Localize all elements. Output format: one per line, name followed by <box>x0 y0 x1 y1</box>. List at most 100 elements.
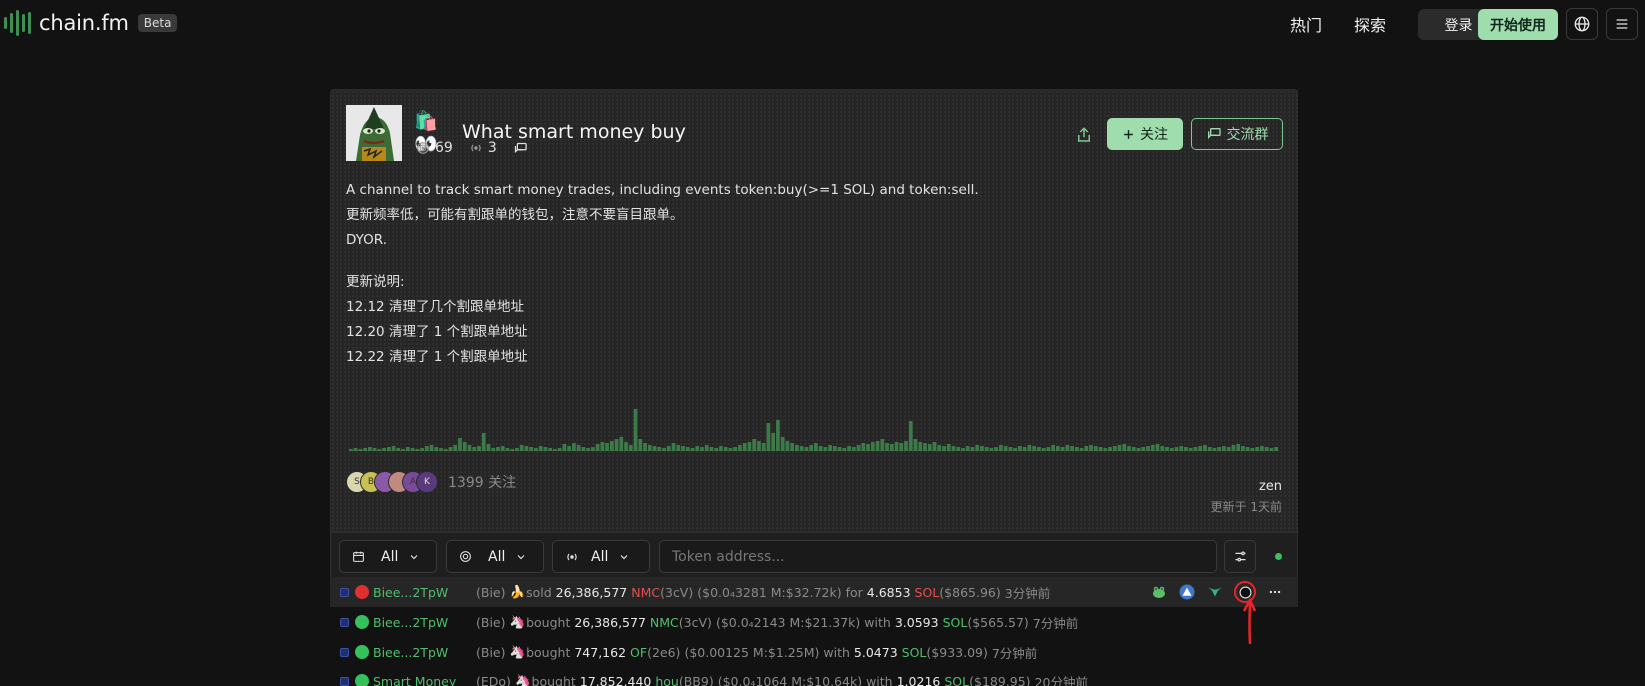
trade-amount: 26,386,577 <box>574 614 646 630</box>
wallet-link[interactable]: Biee...2TpW <box>373 585 461 600</box>
activity-row[interactable]: Biee...2TpW (Bie) 🦄 bought 26,386,577 NMC (3cV… <box>330 607 1298 637</box>
token-code: (3cV) <box>678 614 712 630</box>
activity-row[interactable]: Smart Money (EDo) 🦄 bought 17,852,440 hou (BB9… <box>330 666 1298 686</box>
histogram-bar <box>1074 447 1079 451</box>
histogram-bar <box>937 445 942 451</box>
triangle-icon[interactable] <box>1178 583 1196 601</box>
histogram-bar <box>899 443 904 451</box>
histogram-bar <box>590 447 595 451</box>
signal-filter-select[interactable]: All <box>552 540 650 573</box>
trade-summary: (EDo) 🦄 bought 17,852,440 hou (BB9) ($0.0₄1064… <box>476 672 1092 686</box>
histogram-bar <box>1093 446 1098 451</box>
date-filter-select[interactable]: All <box>339 540 437 573</box>
histogram-bar <box>1141 447 1146 451</box>
histogram-bar <box>932 442 937 451</box>
start-button[interactable]: 开始使用 <box>1478 9 1558 40</box>
histogram-bar <box>776 420 780 451</box>
histogram-bar <box>1051 445 1055 451</box>
chain-badge-icon <box>340 617 349 627</box>
wallet-link[interactable]: Biee...2TpW <box>373 645 461 660</box>
histogram-bar <box>994 447 999 451</box>
histogram-bar <box>657 447 662 451</box>
logo-text: chain.fm <box>39 11 129 35</box>
base-usd: ($933.09) <box>926 644 988 660</box>
language-button[interactable] <box>1566 8 1598 40</box>
channel-owner[interactable]: zen <box>1259 479 1282 494</box>
action-emoji: 🦄 <box>509 614 526 629</box>
follow-button[interactable]: 关注 <box>1107 118 1183 150</box>
histogram-bar <box>757 441 761 451</box>
logo[interactable]: chain.fm Beta <box>4 10 178 36</box>
token-link[interactable]: NMC <box>650 615 679 630</box>
histogram-bar <box>458 438 462 451</box>
histogram-bar <box>1018 446 1022 451</box>
histogram-bar <box>1060 447 1065 451</box>
frog-icon[interactable] <box>1150 583 1168 601</box>
token-link[interactable]: NMC <box>631 585 660 600</box>
activity-row[interactable]: Biee...2TpW (Bie) 🦄 bought 747,162 OF (2e6) ($0… <box>330 637 1298 667</box>
followers-summary[interactable]: S B A K 1399 关注 <box>346 471 516 493</box>
histogram-bar <box>704 445 709 451</box>
share-button[interactable] <box>1071 122 1097 148</box>
activity-row[interactable]: Biee...2TpW (Bie) 🍌 sold 26,386,577 NMC (3cV)(… <box>330 577 1298 607</box>
trade-connector: for <box>845 584 863 600</box>
trade-amount: 747,162 <box>574 644 627 660</box>
histogram-bar <box>1260 446 1264 451</box>
histogram-bar <box>595 444 600 451</box>
token-code: (BB9) <box>678 673 714 686</box>
token-address-input[interactable] <box>659 540 1217 573</box>
histogram-bar <box>700 447 704 451</box>
nav-explore-link[interactable]: 探索 <box>1354 12 1386 36</box>
changelog-line: 12.12 清理了几个割跟单地址 <box>346 299 524 315</box>
more-icon[interactable] <box>1266 583 1284 601</box>
histogram-bar <box>652 446 657 451</box>
histogram-bar <box>633 409 638 451</box>
description-line: DYOR. <box>346 232 387 248</box>
base-usd: ($865.96) <box>939 584 1001 600</box>
trade-action: sold <box>526 584 552 600</box>
histogram-bar <box>429 445 434 451</box>
menu-button[interactable] <box>1606 8 1638 40</box>
base-token: SOL <box>914 584 940 600</box>
calendar-icon <box>353 551 364 562</box>
advanced-filter-button[interactable] <box>1224 540 1256 573</box>
histogram-bar <box>524 446 529 451</box>
wallet-link[interactable]: Biee...2TpW <box>373 615 461 630</box>
histogram-bar <box>481 433 486 451</box>
annotation-arrow-icon <box>1242 597 1257 645</box>
histogram-bar <box>913 439 918 451</box>
histogram-bar <box>908 421 913 451</box>
histogram-bar <box>1008 447 1013 451</box>
token-link[interactable]: hou <box>655 674 679 686</box>
histogram-bar <box>856 445 861 451</box>
trade-action: bought <box>526 644 571 660</box>
trade-connector: with <box>864 614 891 630</box>
updated-time: 更新于 1天前 <box>1210 500 1282 514</box>
token-link[interactable]: OF <box>630 645 647 660</box>
histogram-bar <box>424 446 429 451</box>
status-dot <box>355 615 369 629</box>
globe-icon <box>1574 16 1590 32</box>
histogram-bar <box>1174 447 1179 451</box>
channel-stats: 69 3 <box>416 140 528 156</box>
histogram-bar <box>923 443 927 451</box>
histogram-bar <box>1146 446 1150 451</box>
chat-group-button[interactable]: 交流群 <box>1191 118 1283 150</box>
histogram-bar <box>837 447 842 451</box>
histogram-bar <box>1255 447 1260 451</box>
histogram-bar <box>1198 446 1203 451</box>
wallet-link[interactable]: Smart Money <box>373 674 461 686</box>
chat-icon[interactable] <box>513 141 528 156</box>
histogram-bar <box>434 447 439 451</box>
histogram-bar <box>709 447 714 451</box>
histogram-bar <box>467 445 472 451</box>
trade-value: 4.6853 <box>866 584 911 600</box>
trade-time: 20分钟前 <box>1034 674 1088 686</box>
filter-bar: All All All <box>330 533 1298 577</box>
histogram-bar <box>885 443 889 451</box>
histogram-bar <box>1022 447 1027 451</box>
bull-icon[interactable] <box>1206 583 1224 601</box>
action-emoji: 🦄 <box>514 673 531 686</box>
source-filter-select[interactable]: All <box>446 540 544 573</box>
nav-hot-link[interactable]: 热门 <box>1290 12 1322 36</box>
